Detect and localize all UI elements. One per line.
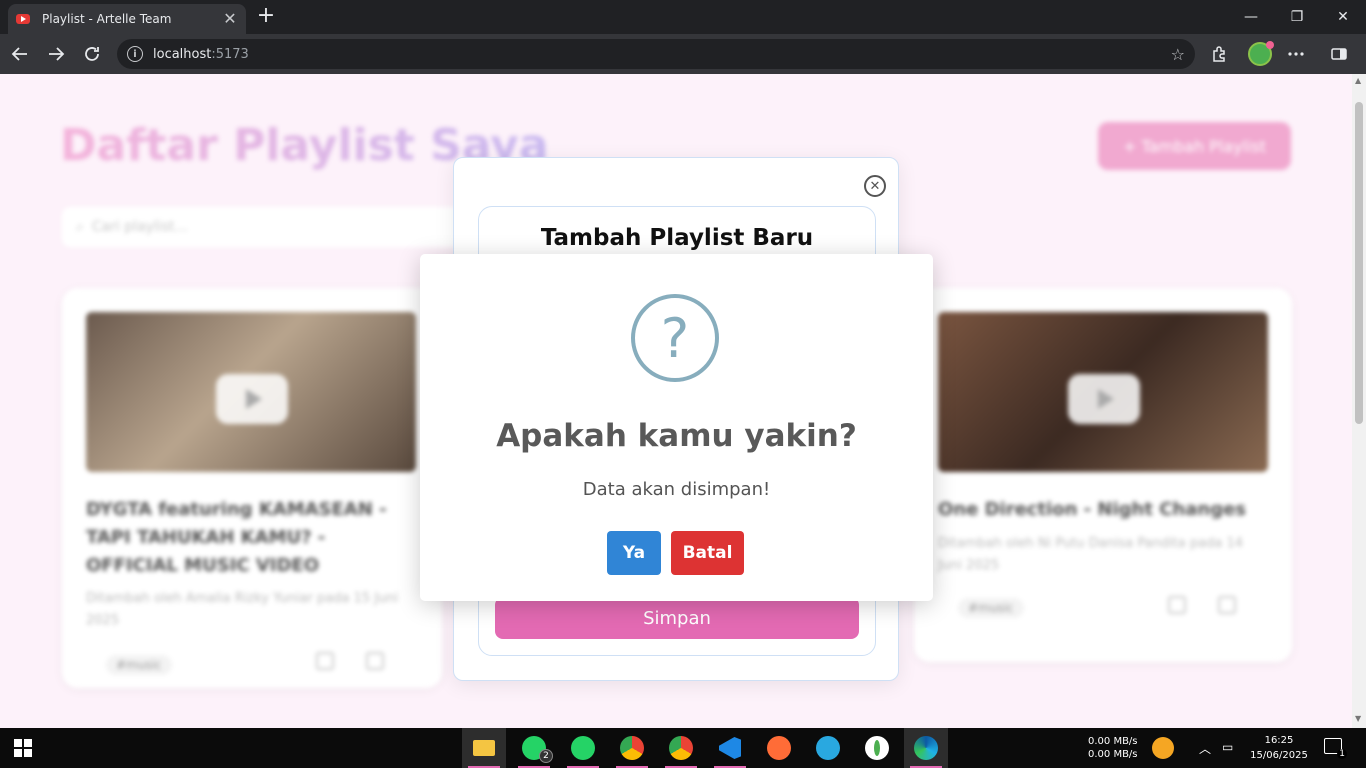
confirm-text: Data akan disimpan! [582, 479, 771, 500]
delete-icon[interactable] [1218, 596, 1236, 614]
card-tag: #music [958, 598, 1024, 618]
weather-icon[interactable] [1152, 737, 1174, 759]
play-icon[interactable] [1068, 374, 1140, 424]
playlist-card[interactable]: One Direction - Night Changes Ditambah o… [914, 288, 1292, 662]
whatsapp-badge: 2 [539, 749, 553, 763]
confirm-yes-button[interactable]: Ya [607, 531, 661, 575]
whatsapp-icon[interactable]: 2 [512, 728, 556, 768]
battery-icon[interactable]: ▭ [1222, 740, 1233, 754]
edit-icon[interactable] [316, 652, 334, 670]
confirm-cancel-button[interactable]: Batal [671, 531, 744, 575]
extensions-icon[interactable] [1207, 42, 1231, 66]
new-tab-button[interactable]: + [254, 4, 278, 28]
sidebar-toggle-icon[interactable] [1327, 42, 1351, 66]
whatsapp-icon[interactable] [561, 728, 605, 768]
search-icon: ⌕ [76, 219, 84, 235]
card-title: One Direction - Night Changes [938, 499, 1247, 520]
search-placeholder: Cari playlist... [91, 219, 188, 235]
windows-start-icon[interactable] [14, 739, 32, 757]
tab-title: Playlist - Artelle Team [42, 12, 172, 26]
edit-icon[interactable] [1168, 596, 1186, 614]
video-thumbnail[interactable] [86, 312, 416, 472]
close-window-button[interactable]: ✕ [1320, 0, 1366, 34]
url-text: localhost:5173 [153, 46, 249, 62]
browser-tab-bar: Playlist - Artelle Team ✕ + — ❐ ✕ [0, 0, 1366, 34]
menu-more-icon[interactable] [1284, 42, 1308, 66]
browser-tab[interactable]: Playlist - Artelle Team ✕ [8, 4, 246, 34]
video-thumbnail[interactable] [938, 312, 1268, 472]
modal-title: Tambah Playlist Baru [540, 225, 814, 251]
close-icon[interactable]: ✕ [864, 175, 886, 197]
confirm-dialog: ? Apakah kamu yakin? Data akan disimpan!… [420, 254, 933, 601]
system-clock[interactable]: 16:25 15/06/2025 [1248, 733, 1310, 763]
card-title: DYGTA featuring KAMASEAN - TAPI TAHUKAH … [86, 499, 387, 576]
forward-icon[interactable] [44, 42, 68, 66]
file-explorer-icon[interactable] [462, 728, 506, 768]
scroll-down-icon[interactable]: ▼ [1355, 714, 1361, 723]
page-scrollbar[interactable]: ▲ ▼ [1352, 74, 1366, 728]
tab-close-icon[interactable]: ✕ [222, 11, 238, 27]
notification-icon[interactable]: 1 [1324, 738, 1347, 759]
minimize-button[interactable]: — [1228, 0, 1274, 34]
add-playlist-button[interactable]: + Tambah Playlist [1098, 122, 1291, 170]
reload-icon[interactable] [80, 42, 104, 66]
card-meta: Ditambah oleh Amalia Rizky Yuniar pada 1… [86, 591, 399, 628]
question-icon: ? [631, 294, 719, 382]
back-icon[interactable] [8, 42, 32, 66]
save-button[interactable]: Simpan [495, 597, 859, 639]
address-bar[interactable]: i localhost:5173 ☆ [117, 39, 1195, 69]
playlist-card[interactable]: DYGTA featuring KAMASEAN - TAPI TAHUKAH … [62, 288, 442, 688]
play-icon[interactable] [216, 374, 288, 424]
restore-button[interactable]: ❐ [1274, 0, 1320, 34]
chrome-icon[interactable] [610, 728, 654, 768]
delete-icon[interactable] [366, 652, 384, 670]
card-meta: Ditambah oleh Ni Putu Danisa Pandita pad… [938, 536, 1243, 573]
browser-toolbar: i localhost:5173 ☆ [0, 34, 1366, 74]
postman-icon[interactable] [757, 728, 801, 768]
vscode-icon[interactable] [708, 728, 752, 768]
youtube-favicon-icon [16, 14, 30, 24]
chevron-up-icon[interactable]: ︿ [1199, 740, 1211, 757]
card-tag: #music [106, 655, 172, 675]
site-info-icon[interactable]: i [127, 46, 143, 62]
scrollbar-thumb[interactable] [1355, 102, 1363, 424]
search-input[interactable]: ⌕ Cari playlist... [62, 207, 482, 247]
app-icon[interactable] [806, 728, 850, 768]
network-speed: 0.00 MB/s 0.00 MB/s [1088, 736, 1138, 760]
mongodb-icon[interactable] [855, 728, 899, 768]
notification-badge: 1 [1337, 749, 1347, 759]
chrome-icon[interactable] [659, 728, 703, 768]
bookmark-star-icon[interactable]: ☆ [1171, 45, 1185, 64]
scroll-up-icon[interactable]: ▲ [1355, 76, 1361, 85]
confirm-title: Apakah kamu yakin? [496, 418, 857, 454]
edge-icon[interactable] [904, 728, 948, 768]
windows-taskbar: 2 0.00 MB/s 0.00 MB/s ︿ ▭ 16:25 15/06/20… [0, 728, 1366, 768]
profile-avatar[interactable] [1248, 41, 1274, 66]
